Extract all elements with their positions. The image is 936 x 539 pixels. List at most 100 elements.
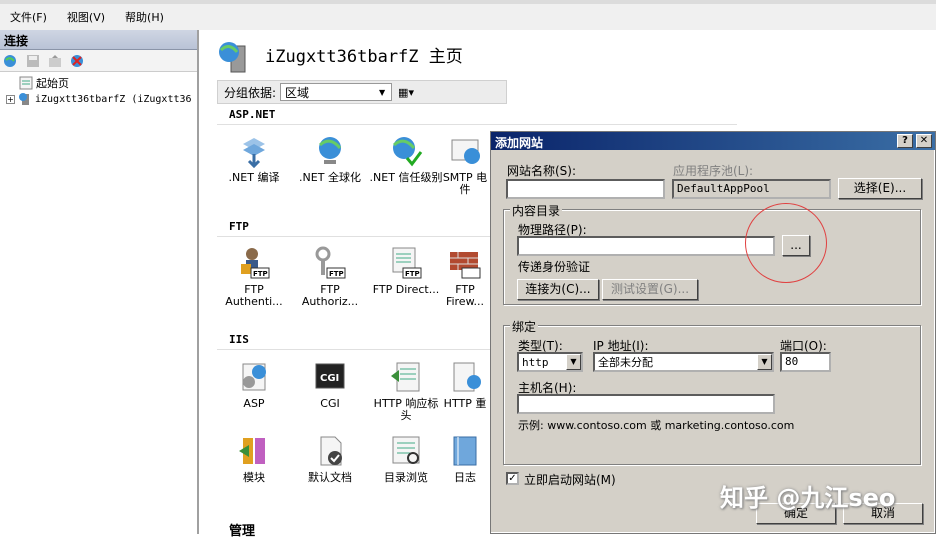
dialog-title: 添加网站 xyxy=(495,136,544,150)
feature-ftp-dir[interactable]: FTP FTP Direct... xyxy=(369,246,443,296)
group-by-select[interactable]: 区域 ▼ xyxy=(280,83,393,101)
http-redirect-icon xyxy=(448,360,482,394)
group-by-value: 区域 xyxy=(285,85,310,100)
feature-logging[interactable]: 日志 xyxy=(439,434,491,484)
physical-path-input[interactable] xyxy=(517,236,775,256)
hostname-input[interactable] xyxy=(517,394,775,414)
watermark-text: 知乎 @九江seo xyxy=(720,484,896,512)
feature-default-doc[interactable]: 默认文档 xyxy=(293,434,367,484)
chevron-down-icon[interactable]: ▼ xyxy=(566,354,581,370)
app-pool-label: 应用程序池(L): xyxy=(673,164,754,178)
connections-pane: 连接 起始页 + iZugxtt36tbarfZ (iZugxtt36 xyxy=(0,30,199,534)
connections-toolbar xyxy=(0,50,197,72)
tree-label-start-page: 起始页 xyxy=(36,77,69,90)
section-manage: 管理 xyxy=(229,524,256,539)
asp-icon xyxy=(237,360,271,394)
start-site-checkbox[interactable]: ✓ xyxy=(506,472,519,485)
tree-item-server[interactable]: + iZugxtt36tbarfZ (iZugxtt36 xyxy=(0,91,197,107)
feature-dir-browse[interactable]: 目录浏览 xyxy=(369,434,443,484)
cgi-icon: CGI xyxy=(313,360,347,394)
feature-label: FTP Authenti... xyxy=(225,283,283,308)
feature-ftp-auth[interactable]: FTP FTP Authenti... xyxy=(217,246,291,308)
connect-as-button[interactable]: 连接为(C)... xyxy=(517,279,599,300)
feature-label: FTP Direct... xyxy=(372,283,440,296)
tree-item-start-page[interactable]: 起始页 xyxy=(0,75,197,91)
feature-label: FTP Authoriz... xyxy=(301,283,359,308)
feature-label: FTP Firew... xyxy=(445,283,485,308)
ftp-firewall-icon xyxy=(448,246,482,280)
feature-asp[interactable]: ASP xyxy=(217,360,291,410)
chevron-down-icon: ▼ xyxy=(379,87,386,97)
section-divider xyxy=(217,124,737,125)
menu-bar: 文件(F) 视图(V) 帮助(H) xyxy=(0,0,936,30)
feature-net-trust[interactable]: .NET 信任级别 xyxy=(369,134,443,184)
feature-smtp[interactable]: SMTP 电件 xyxy=(439,134,491,196)
svg-text:FTP: FTP xyxy=(329,270,344,278)
add-website-dialog: 添加网站 ? ✕ 网站名称(S): 应用程序池(L): DefaultAppPo… xyxy=(490,131,936,534)
feature-label: ASP xyxy=(243,397,265,410)
feature-modules[interactable]: 模块 xyxy=(217,434,291,484)
view-mode-icon[interactable]: ▦▾ xyxy=(398,86,414,99)
feature-label: .NET 全球化 xyxy=(299,171,361,184)
app-pool-field: DefaultAppPool xyxy=(672,179,831,199)
connections-header: 连接 xyxy=(0,30,197,50)
feature-label: .NET 信任级别 xyxy=(369,171,443,184)
ftp-authz-icon: FTP xyxy=(313,246,347,280)
disconnect-icon[interactable] xyxy=(68,53,86,69)
up-icon[interactable] xyxy=(46,53,64,69)
net-global-icon xyxy=(313,134,347,168)
annotation-circle xyxy=(745,203,827,283)
content-directory-title: 内容目录 xyxy=(510,202,563,219)
dialog-title-bar: 添加网站 ? ✕ xyxy=(491,132,935,150)
select-app-pool-button[interactable]: 选择(E)... xyxy=(838,178,922,199)
menu-file[interactable]: 文件(F) xyxy=(0,9,57,25)
feature-http-redir[interactable]: HTTP 重 xyxy=(439,360,491,410)
connect-globe-icon[interactable] xyxy=(2,53,20,69)
feature-label: 目录浏览 xyxy=(384,471,428,484)
feature-ftp-authz[interactable]: FTP FTP Authoriz... xyxy=(293,246,367,308)
port-input[interactable]: 80 xyxy=(780,352,831,372)
expand-icon[interactable]: + xyxy=(6,94,15,104)
feature-label: HTTP 响应标头 xyxy=(373,397,439,422)
site-name-input[interactable] xyxy=(506,179,665,199)
feature-label: 日志 xyxy=(454,471,476,484)
ftp-auth-icon: FTP xyxy=(237,246,271,280)
close-icon[interactable]: ✕ xyxy=(916,134,932,148)
feature-label: .NET 编译 xyxy=(228,171,280,184)
feature-net-compile[interactable]: .NET 编译 xyxy=(217,134,291,184)
help-icon[interactable]: ? xyxy=(897,134,913,148)
feature-ftp-fw[interactable]: FTP Firew... xyxy=(439,246,491,308)
ftp-dir-icon: FTP xyxy=(389,246,423,280)
feature-label: CGI xyxy=(320,397,340,410)
modules-icon xyxy=(237,434,271,468)
net-trust-icon xyxy=(389,134,423,168)
menu-help[interactable]: 帮助(H) xyxy=(115,9,174,25)
feature-http-resp[interactable]: HTTP 响应标头 xyxy=(369,360,443,422)
ip-address-select[interactable]: 全部未分配 ▼ xyxy=(593,352,774,372)
type-select[interactable]: http ▼ xyxy=(517,352,583,372)
server-globe-icon xyxy=(217,40,251,74)
test-settings-button: 测试设置(G)... xyxy=(602,279,698,300)
feature-net-global[interactable]: .NET 全球化 xyxy=(293,134,367,184)
http-headers-icon xyxy=(389,360,423,394)
smtp-icon xyxy=(448,134,482,168)
svg-text:FTP: FTP xyxy=(253,270,268,278)
menu-view[interactable]: 视图(V) xyxy=(57,9,115,25)
group-by-bar: 分组依据: 区域 ▼ ▦▾ xyxy=(217,80,507,104)
section-iis: IIS xyxy=(229,333,249,346)
feature-label: HTTP 重 xyxy=(443,397,487,410)
feature-label: 默认文档 xyxy=(308,471,352,484)
chevron-down-icon[interactable]: ▼ xyxy=(757,354,772,370)
binding-group: 绑定 类型(T): http ▼ IP 地址(I): 全部未分配 ▼ 端口(O)… xyxy=(503,318,921,465)
tree-label-server: iZugxtt36tbarfZ (iZugxtt36 xyxy=(35,93,192,105)
feature-label: 模块 xyxy=(243,471,265,484)
page-title: iZugxtt36tbarfZ 主页 xyxy=(265,47,463,67)
start-site-label: 立即启动网站(M) xyxy=(524,473,616,487)
hostname-example: 示例: www.contoso.com 或 marketing.contoso.… xyxy=(518,419,795,432)
start-page-icon xyxy=(19,76,33,90)
content-directory-group: 内容目录 物理路径(P): ... 传递身份验证 连接为(C)... 测试设置(… xyxy=(503,202,921,305)
save-icon[interactable] xyxy=(24,53,42,69)
site-name-label: 网站名称(S): xyxy=(507,164,577,178)
feature-cgi[interactable]: CGI CGI xyxy=(293,360,367,410)
default-doc-icon xyxy=(313,434,347,468)
